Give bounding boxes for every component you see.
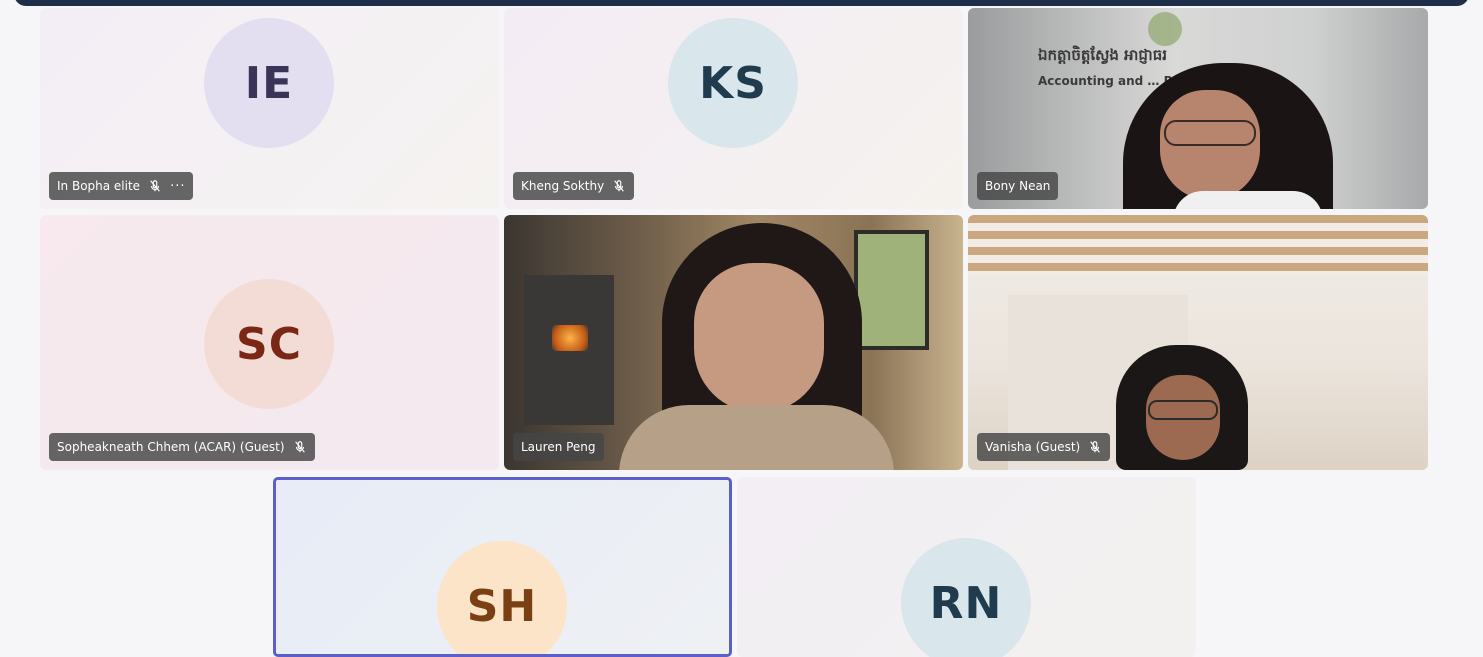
person-shirt xyxy=(619,405,894,470)
video-feed xyxy=(968,215,1428,470)
participant-name-tag: Sopheakneath Chhem (ACAR) (Guest) xyxy=(49,433,315,461)
participant-name: Sopheakneath Chhem (ACAR) (Guest) xyxy=(57,440,285,454)
participant-tile-bony-nean[interactable]: ឯកត្តាចិត្តស្វែង អាជ្ញាធរ Accounting and… xyxy=(968,8,1428,209)
participant-name: In Bopha elite xyxy=(57,179,141,193)
avatar: RN xyxy=(901,538,1031,657)
participant-tile-sc[interactable]: SC Sopheakneath Chhem (ACAR) (Guest) xyxy=(40,215,499,470)
participant-tile-rn[interactable]: RN xyxy=(737,477,1196,657)
participant-name-tag: Vanisha (Guest) xyxy=(977,433,1111,461)
participant-name: Lauren Peng xyxy=(521,440,596,454)
glasses-icon xyxy=(1164,120,1256,146)
participant-name: Kheng Sokthy xyxy=(521,179,605,193)
mic-off-icon xyxy=(1090,441,1101,453)
more-options-icon[interactable]: ··· xyxy=(170,179,185,194)
participant-name: Vanisha (Guest) xyxy=(985,440,1081,454)
sign-logo-icon xyxy=(1148,12,1182,46)
avatar: SH xyxy=(437,541,567,654)
participant-tile-vanisha[interactable]: Vanisha (Guest) xyxy=(968,215,1428,470)
avatar: SC xyxy=(204,279,334,409)
ceiling-beams xyxy=(968,215,1428,275)
person-shirt xyxy=(1173,191,1323,209)
fire xyxy=(552,325,588,351)
participant-tile-ks[interactable]: KS Kheng Sokthy xyxy=(504,8,963,209)
participant-tile-lauren-peng[interactable]: Lauren Peng xyxy=(504,215,963,470)
participant-tile-ie[interactable]: IE In Bopha elite ··· xyxy=(40,8,499,209)
mic-off-icon xyxy=(294,441,305,453)
glasses-icon xyxy=(1148,400,1218,420)
person-face xyxy=(694,263,824,413)
participant-name-tag: In Bopha elite ··· xyxy=(49,172,194,200)
participant-name-tag: Kheng Sokthy xyxy=(513,172,635,200)
video-feed xyxy=(504,215,963,470)
participant-name: Bony Nean xyxy=(985,179,1051,193)
mic-off-icon xyxy=(614,180,625,192)
participant-name-tag: Lauren Peng xyxy=(513,433,604,461)
meeting-top-bar xyxy=(14,0,1469,6)
participant-name-tag: Bony Nean xyxy=(977,172,1059,200)
avatar: IE xyxy=(204,18,334,148)
mic-off-icon xyxy=(150,180,160,192)
participant-tile-sh[interactable]: SH xyxy=(273,477,732,657)
window xyxy=(854,230,929,350)
avatar: KS xyxy=(668,18,798,148)
